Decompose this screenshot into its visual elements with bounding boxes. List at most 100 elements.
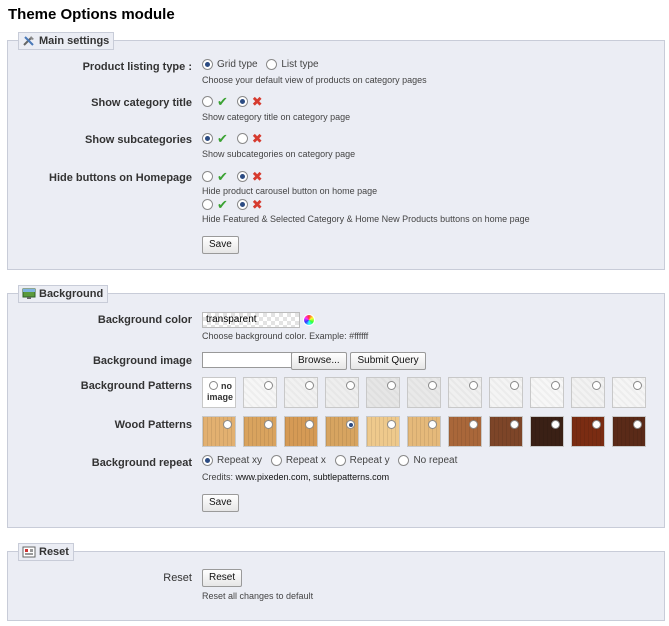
wood-pattern-radio[interactable] bbox=[592, 420, 601, 429]
background-pattern-radio[interactable] bbox=[592, 381, 601, 390]
wood-pattern-radio[interactable] bbox=[387, 420, 396, 429]
background-pattern-tile[interactable] bbox=[612, 377, 646, 408]
background-color-hint: Choose background color. Example: #fffff… bbox=[202, 331, 369, 341]
wood-pattern-radio[interactable] bbox=[633, 420, 642, 429]
repeat-xy-radio[interactable] bbox=[202, 455, 213, 466]
wood-pattern-radio[interactable] bbox=[510, 420, 519, 429]
background-legend: Background bbox=[18, 285, 109, 303]
no-repeat-label: No repeat bbox=[413, 455, 458, 466]
background-patterns-label: Background Patterns bbox=[80, 380, 192, 392]
wood-pattern-tile[interactable] bbox=[489, 416, 523, 447]
background-pattern-radio[interactable] bbox=[551, 381, 560, 390]
reset-label: Reset bbox=[163, 572, 192, 584]
main-settings-title: Main settings bbox=[39, 35, 110, 47]
category-title-hint: Show category title on category page bbox=[202, 112, 351, 122]
no-cross-icon: ✖ bbox=[251, 169, 263, 184]
background-pattern-radio[interactable] bbox=[264, 381, 273, 390]
background-pattern-radio[interactable] bbox=[469, 381, 478, 390]
wood-pattern-tile[interactable] bbox=[571, 416, 605, 447]
main-settings-legend: Main settings bbox=[18, 32, 115, 50]
background-pattern-tile[interactable] bbox=[325, 377, 359, 408]
submit-query-button[interactable]: Submit Query bbox=[350, 352, 426, 370]
background-pattern-tile[interactable] bbox=[243, 377, 277, 408]
reset-button[interactable]: Reset bbox=[202, 569, 243, 587]
wood-pattern-radio[interactable] bbox=[551, 420, 560, 429]
wood-pattern-tile[interactable] bbox=[202, 416, 236, 447]
category-title-yes-radio[interactable] bbox=[202, 96, 213, 107]
color-wheel-icon[interactable] bbox=[303, 314, 315, 326]
wood-pattern-radio[interactable] bbox=[469, 420, 478, 429]
background-pattern-radio[interactable] bbox=[305, 381, 314, 390]
background-pattern-radio[interactable] bbox=[633, 381, 642, 390]
repeat-y-radio[interactable] bbox=[334, 455, 346, 466]
no-image-radio[interactable] bbox=[209, 381, 218, 390]
yes-check-icon: ✔ bbox=[217, 169, 228, 184]
background-color-input[interactable]: transparent bbox=[202, 312, 300, 328]
wood-pattern-tile[interactable] bbox=[243, 416, 277, 447]
background-pattern-tile[interactable] bbox=[366, 377, 400, 408]
no-repeat-radio[interactable] bbox=[398, 455, 410, 466]
wood-pattern-tile[interactable] bbox=[530, 416, 564, 447]
wood-patterns-list bbox=[202, 416, 646, 447]
wood-pattern-radio[interactable] bbox=[428, 420, 437, 429]
wood-pattern-tile[interactable] bbox=[612, 416, 646, 447]
background-pattern-radio[interactable] bbox=[387, 381, 396, 390]
wood-pattern-tile[interactable] bbox=[366, 416, 400, 447]
background-pattern-tile[interactable] bbox=[530, 377, 564, 408]
wood-pattern-tile[interactable] bbox=[448, 416, 482, 447]
carousel-hint: Hide product carousel button on home pag… bbox=[202, 186, 378, 196]
background-pattern-radio[interactable] bbox=[346, 381, 355, 390]
subcategories-hint: Show subcategories on category page bbox=[202, 149, 356, 159]
background-save-button[interactable]: Save bbox=[202, 494, 239, 512]
yes-check-icon: ✔ bbox=[217, 131, 228, 146]
hide-buttons-label: Hide buttons on Homepage bbox=[49, 172, 192, 184]
main-settings-panel: Main settings Product listing type : Gri… bbox=[7, 32, 665, 270]
featured-no-radio[interactable] bbox=[236, 199, 248, 210]
wood-pattern-tile[interactable] bbox=[284, 416, 318, 447]
category-title-no-radio[interactable] bbox=[236, 96, 248, 107]
reset-panel: Reset Reset Reset Reset all changes to d… bbox=[7, 543, 665, 621]
no-image-pattern-tile[interactable]: no image bbox=[202, 377, 236, 408]
featured-yes-radio[interactable] bbox=[202, 199, 213, 210]
repeat-y-label: Repeat y bbox=[349, 455, 390, 466]
wood-pattern-tile[interactable] bbox=[407, 416, 441, 447]
credits-prefix: Credits: bbox=[202, 472, 234, 482]
yes-check-icon: ✔ bbox=[217, 197, 228, 212]
repeat-x-label: Repeat x bbox=[285, 455, 326, 466]
wood-pattern-radio[interactable] bbox=[346, 420, 355, 429]
carousel-yes-radio[interactable] bbox=[202, 171, 213, 182]
wood-pattern-radio[interactable] bbox=[305, 420, 314, 429]
wood-pattern-tile[interactable] bbox=[325, 416, 359, 447]
background-pattern-radio[interactable] bbox=[428, 381, 437, 390]
grid-type-label: Grid type bbox=[217, 59, 258, 70]
carousel-no-radio[interactable] bbox=[236, 171, 248, 182]
reset-icon bbox=[22, 546, 36, 558]
background-pattern-tile[interactable] bbox=[448, 377, 482, 408]
background-pattern-tile[interactable] bbox=[407, 377, 441, 408]
background-pattern-radio[interactable] bbox=[510, 381, 519, 390]
background-image-file-input[interactable] bbox=[202, 352, 292, 369]
repeat-xy-label: Repeat xy bbox=[217, 455, 263, 466]
main-settings-save-button[interactable]: Save bbox=[202, 236, 239, 254]
subcategories-no-radio[interactable] bbox=[236, 133, 248, 144]
no-cross-icon: ✖ bbox=[251, 197, 263, 212]
no-cross-icon: ✖ bbox=[251, 94, 263, 109]
monitor-icon bbox=[22, 288, 36, 300]
wood-pattern-radio[interactable] bbox=[264, 420, 273, 429]
subcategories-yes-radio[interactable] bbox=[202, 133, 213, 144]
wood-pattern-radio[interactable] bbox=[223, 420, 232, 429]
background-title: Background bbox=[39, 288, 104, 300]
background-pattern-tile[interactable] bbox=[284, 377, 318, 408]
repeat-x-radio[interactable] bbox=[270, 455, 282, 466]
featured-hint: Hide Featured & Selected Category & Home… bbox=[202, 214, 530, 224]
background-color-label: Background color bbox=[97, 314, 192, 326]
background-patterns-list: no image bbox=[202, 377, 646, 408]
browse-button[interactable]: Browse... bbox=[291, 352, 347, 370]
list-type-radio[interactable] bbox=[266, 59, 278, 70]
background-pattern-tile[interactable] bbox=[489, 377, 523, 408]
credits-sites: www.pixeden.com, subtlepatterns.com bbox=[235, 472, 390, 482]
grid-type-radio[interactable] bbox=[202, 59, 213, 70]
subcategories-label: Show subcategories bbox=[85, 134, 192, 146]
reset-legend: Reset bbox=[18, 543, 74, 561]
background-pattern-tile[interactable] bbox=[571, 377, 605, 408]
